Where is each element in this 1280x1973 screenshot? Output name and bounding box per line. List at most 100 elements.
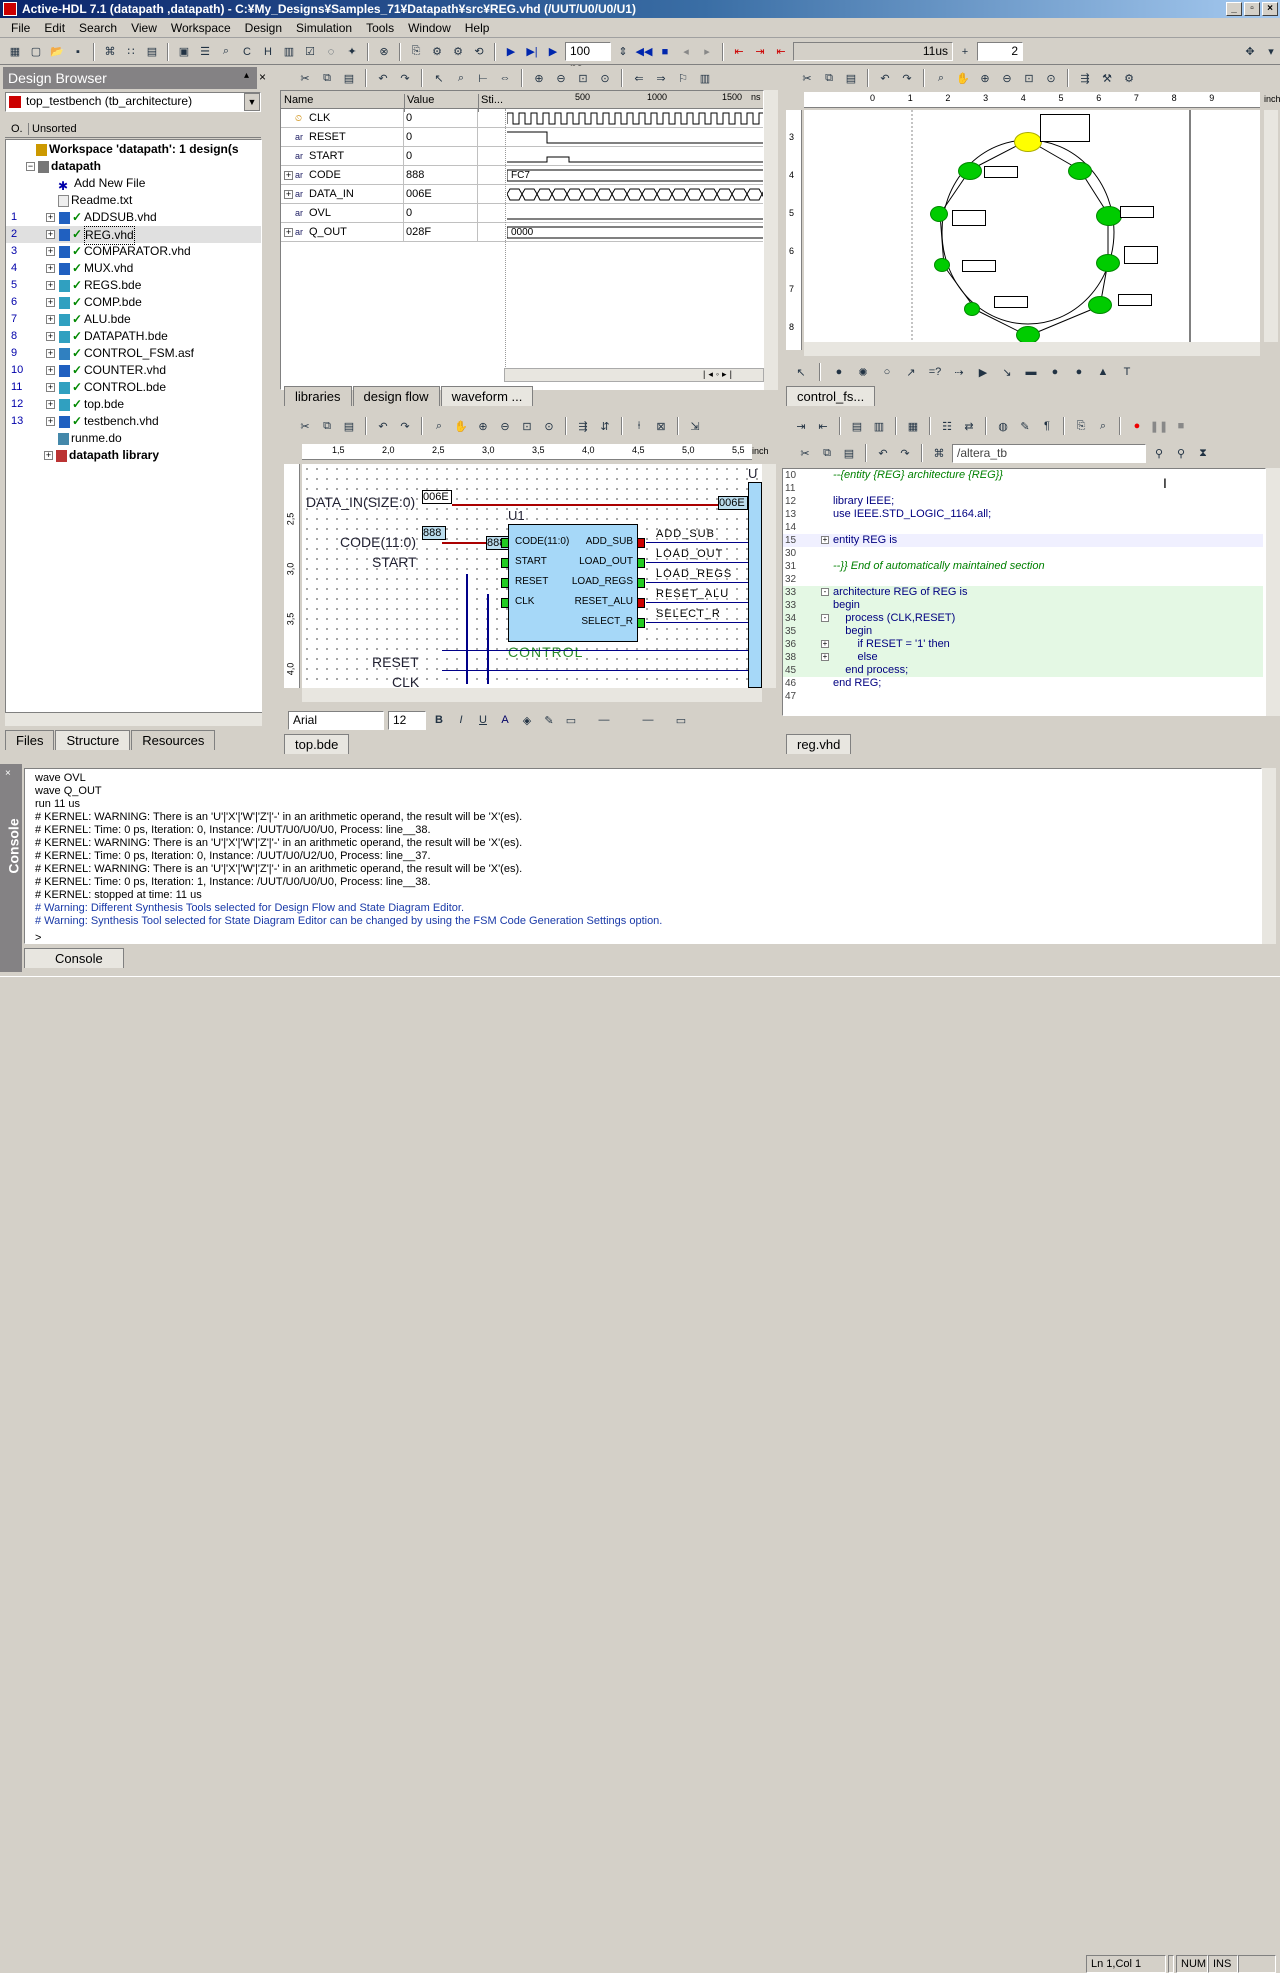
- code-line[interactable]: 11: [783, 482, 1263, 495]
- tree-file-row[interactable]: 9 + ✓ CONTROL_FSM.asf: [6, 345, 261, 362]
- templates-icon[interactable]: ◍: [994, 417, 1012, 435]
- tree-file-row[interactable]: 3 + ✓ COMPARATOR.vhd: [6, 243, 261, 260]
- stop-icon[interactable]: ■: [1172, 417, 1190, 435]
- waveform-vscroll[interactable]: [764, 90, 778, 390]
- copy-icon[interactable]: ⧉: [818, 444, 836, 462]
- bold-icon[interactable]: B: [430, 711, 448, 729]
- save-icon[interactable]: ▪: [69, 43, 87, 61]
- wizard-icon[interactable]: ✎: [1016, 417, 1034, 435]
- code-line[interactable]: 12 library IEEE;: [783, 495, 1263, 508]
- wave-setup-icon[interactable]: ⚙: [449, 43, 467, 61]
- fill-color-icon[interactable]: ◈: [518, 711, 536, 729]
- signal-row[interactable]: ar RESET 0: [281, 128, 763, 147]
- spin-icon[interactable]: ⇕: [614, 43, 632, 61]
- port-tool-icon[interactable]: ▶: [974, 363, 992, 381]
- plus-icon[interactable]: +: [956, 43, 974, 61]
- fsm-state[interactable]: [1016, 326, 1040, 342]
- schematic-vscroll[interactable]: [762, 464, 776, 688]
- tab-design-flow[interactable]: design flow: [352, 386, 440, 406]
- fsm-hscroll[interactable]: [804, 342, 1260, 356]
- menu-tools[interactable]: Tools: [359, 18, 401, 38]
- compile-icon[interactable]: ▣: [175, 43, 193, 61]
- redo-icon[interactable]: ↷: [396, 417, 414, 435]
- size-select[interactable]: 12: [388, 710, 426, 730]
- output-pin[interactable]: [637, 618, 645, 628]
- zoom-fit-icon[interactable]: ⊡: [574, 69, 592, 87]
- input-pin[interactable]: [501, 598, 509, 608]
- cut-icon[interactable]: ✂: [798, 69, 816, 87]
- expand-icon[interactable]: +: [46, 315, 55, 324]
- library-icon[interactable]: ▥: [280, 43, 298, 61]
- find-icon[interactable]: ⌕: [1094, 417, 1112, 435]
- tab-structure[interactable]: Structure: [55, 730, 131, 750]
- step-icon[interactable]: ◂: [677, 43, 695, 61]
- new-file-icon[interactable]: ▢: [27, 43, 45, 61]
- font-color-icon[interactable]: A: [496, 711, 514, 729]
- schematic-hscroll[interactable]: [302, 688, 762, 702]
- tree-file-row[interactable]: 1 + ✓ ADDSUB.vhd: [6, 209, 261, 226]
- console-prompt[interactable]: >: [35, 932, 1261, 943]
- fsm-state[interactable]: [1068, 162, 1092, 180]
- tree-file-row[interactable]: 6 + ✓ COMP.bde: [6, 294, 261, 311]
- zoom-out-icon[interactable]: ⊖: [496, 417, 514, 435]
- fold-collapse-icon[interactable]: -: [821, 588, 829, 596]
- generate-icon[interactable]: ⇶: [1076, 69, 1094, 87]
- tab-files[interactable]: Files: [5, 730, 55, 750]
- structure-icon[interactable]: ☷: [938, 417, 956, 435]
- generate-icon[interactable]: ⇲: [686, 417, 704, 435]
- fsm-state[interactable]: [1096, 254, 1120, 272]
- counter-field[interactable]: 2: [977, 42, 1023, 61]
- zoom-area-icon[interactable]: ⊙: [1042, 69, 1060, 87]
- expand-icon[interactable]: +: [44, 451, 53, 461]
- output-net-wire[interactable]: [646, 562, 748, 563]
- zoom-fit-icon[interactable]: ⊡: [1020, 69, 1038, 87]
- move-icon[interactable]: ✥: [1241, 43, 1259, 61]
- signal-row[interactable]: ar START 0: [281, 147, 763, 166]
- tree-workspace[interactable]: Workspace 'datapath': 1 design(s: [36, 141, 239, 158]
- hand-icon[interactable]: ✋: [452, 417, 470, 435]
- expand-icon[interactable]: +: [46, 247, 55, 256]
- junction-tool-icon[interactable]: ○: [878, 363, 896, 381]
- edge-next-icon[interactable]: ⇒: [652, 69, 670, 87]
- select-tool-icon[interactable]: ↖: [792, 363, 810, 381]
- breakpoint3-icon[interactable]: ⇤: [772, 43, 790, 61]
- tools-icon[interactable]: ⚒: [1098, 69, 1116, 87]
- tree-library[interactable]: + datapath library: [44, 447, 159, 464]
- input-pin[interactable]: [501, 558, 509, 568]
- code-line[interactable]: 45 end process;: [783, 664, 1263, 677]
- code-view[interactable]: 10 --{entity {REG} architecture {REG}} 11 1…: [782, 468, 1266, 716]
- watch-icon[interactable]: ⧗: [1194, 444, 1212, 462]
- run-for-icon[interactable]: ▶: [544, 43, 562, 61]
- restore-button[interactable]: ▫: [1244, 2, 1260, 16]
- code-line[interactable]: 33 begin: [783, 599, 1263, 612]
- pilcrow-icon[interactable]: ¶: [1038, 417, 1056, 435]
- menu-view[interactable]: View: [124, 18, 164, 38]
- condition-tool-icon[interactable]: =?: [926, 363, 944, 381]
- code-line[interactable]: 46 end REG;: [783, 677, 1263, 690]
- zoom-icon[interactable]: ⌕: [430, 417, 448, 435]
- copy-icon[interactable]: ⧉: [318, 69, 336, 87]
- tree-file-row[interactable]: 8 + ✓ DATAPATH.bde: [6, 328, 261, 345]
- code-line[interactable]: 10 --{entity {REG} architecture {REG}}: [783, 469, 1263, 482]
- clk-wire[interactable]: [466, 574, 468, 684]
- tree-design[interactable]: − datapath: [26, 158, 101, 175]
- output-net-wire[interactable]: [646, 582, 748, 583]
- signal-row[interactable]: + ar DATA_IN 006E: [281, 185, 763, 204]
- find-icon[interactable]: ⌕: [217, 43, 235, 61]
- list-icon[interactable]: ☰: [196, 43, 214, 61]
- code-line[interactable]: 30: [783, 547, 1263, 560]
- options-icon[interactable]: ⚙: [1120, 69, 1138, 87]
- action-tool-icon[interactable]: ⇢: [950, 363, 968, 381]
- paste-icon[interactable]: ▤: [842, 69, 860, 87]
- console-vscroll[interactable]: [1262, 768, 1276, 944]
- breakpoint-icon[interactable]: ⇤: [730, 43, 748, 61]
- control-block[interactable]: CODE(11:0) START RESET CLK ADD_SUB LOAD_OUT L…: [501, 524, 645, 642]
- tree-file-row[interactable]: 4 + ✓ MUX.vhd: [6, 260, 261, 277]
- expand-icon[interactable]: +: [46, 213, 55, 222]
- design-flow-icon[interactable]: ▦: [6, 43, 24, 61]
- clk-hwire[interactable]: [442, 670, 748, 671]
- fsm-action-box[interactable]: [1118, 294, 1152, 306]
- hdl-icon[interactable]: H: [259, 43, 277, 61]
- code-line[interactable]: 35 begin: [783, 625, 1263, 638]
- waveform-hscroll[interactable]: |◂◦▸|: [504, 368, 764, 382]
